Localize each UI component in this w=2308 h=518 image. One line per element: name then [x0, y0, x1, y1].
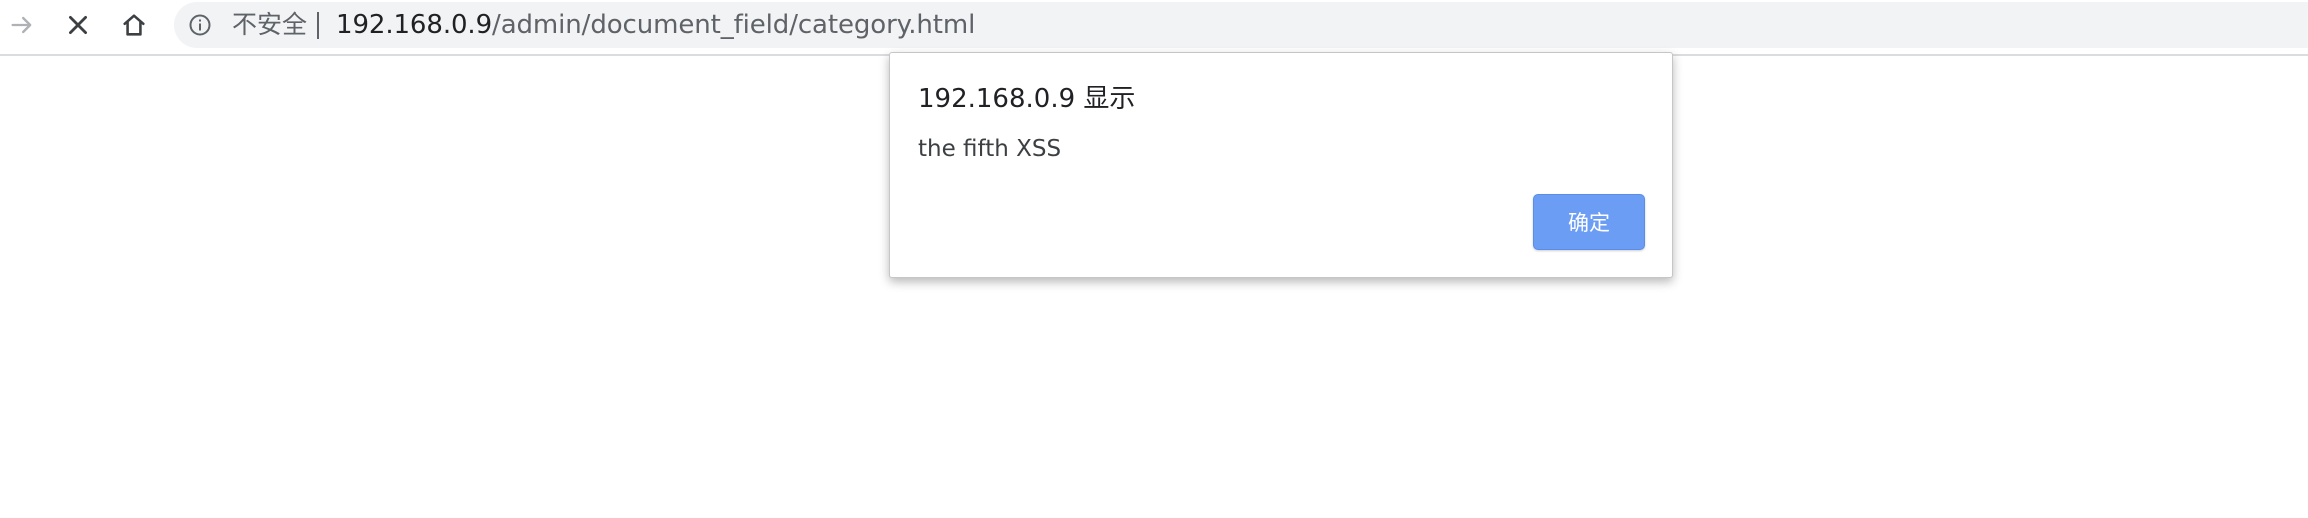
url-text[interactable]: 192.168.0.9/admin/document_field/categor…	[336, 10, 975, 40]
url-path: /admin/document_field/category.html	[492, 10, 976, 40]
info-icon[interactable]	[188, 13, 212, 37]
ok-button[interactable]: 确定	[1533, 194, 1645, 250]
address-bar[interactable]: 不安全 192.168.0.9/admin/document_field/cat…	[174, 2, 2308, 48]
stop-loading-button[interactable]	[54, 0, 102, 50]
browser-toolbar: 不安全 192.168.0.9/admin/document_field/cat…	[0, 0, 2308, 56]
dialog-message: the fifth XSS	[918, 136, 1062, 162]
home-button[interactable]	[110, 0, 158, 50]
home-icon	[123, 14, 145, 36]
alert-dialog: 192.168.0.9 显示 the fifth XSS 确定	[889, 52, 1673, 278]
security-status-label[interactable]: 不安全	[232, 11, 307, 39]
arrow-forward-icon	[11, 16, 32, 34]
close-icon	[69, 16, 87, 34]
dialog-title: 192.168.0.9 显示	[918, 84, 1136, 114]
address-separator	[317, 12, 319, 39]
url-host: 192.168.0.9	[336, 10, 493, 40]
forward-button[interactable]	[0, 0, 46, 50]
